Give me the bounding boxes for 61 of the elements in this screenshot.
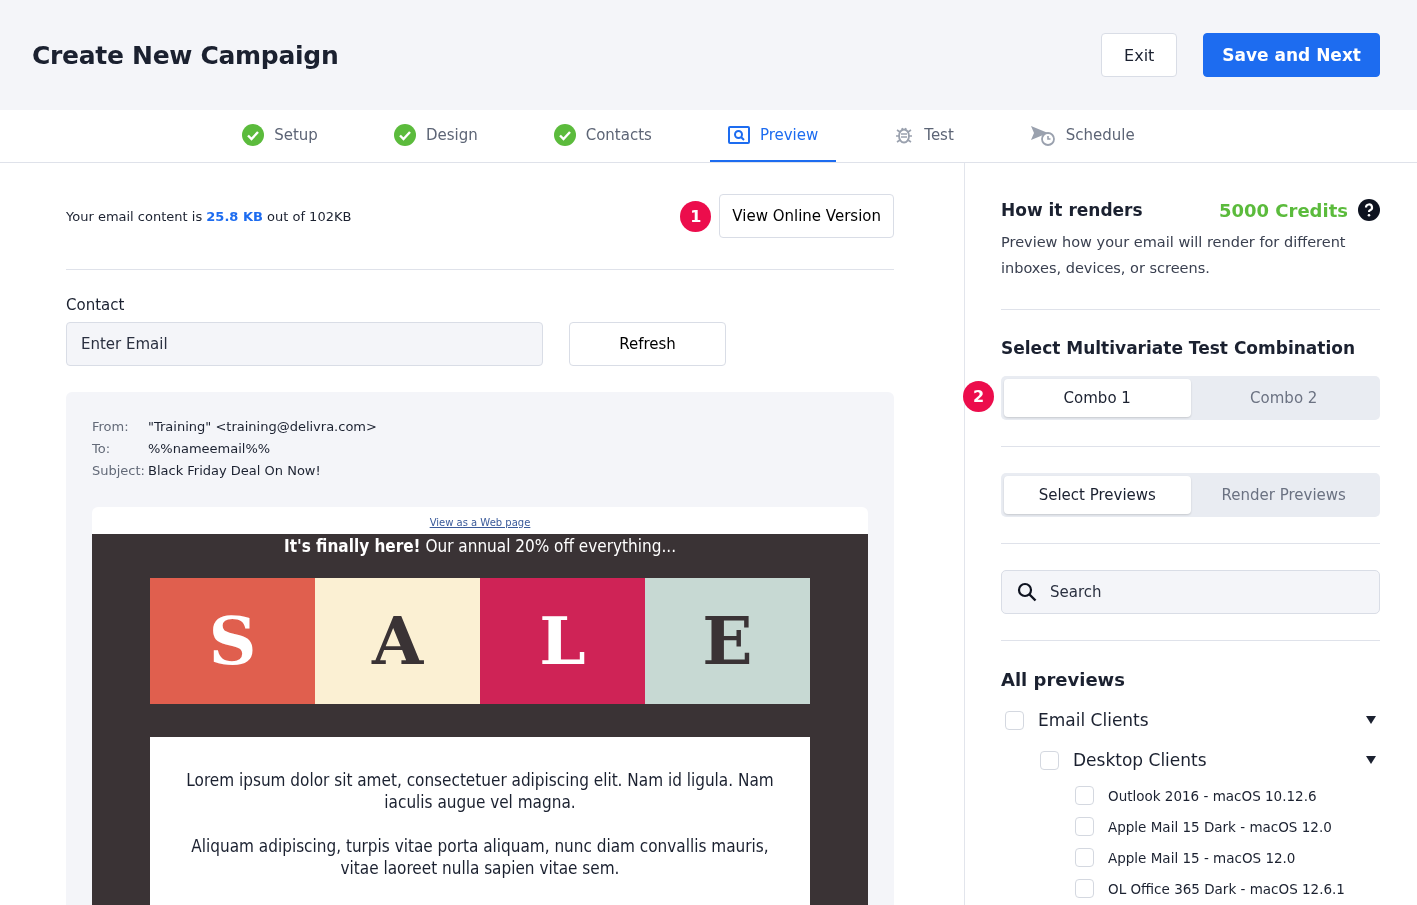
- caret-icon[interactable]: [1366, 716, 1376, 724]
- checkbox[interactable]: [1075, 879, 1094, 898]
- body-paragraph: Lorem ipsum dolor sit amet, consectetuer adipiscing elit. Nam id ligula. Nam iaculis augue vel magna.: [185, 769, 775, 813]
- tree-item-label[interactable]: Desktop Clients: [1073, 750, 1366, 770]
- step-tab[interactable]: Test: [876, 110, 972, 162]
- section-title: Select Multivariate Test Combination: [1001, 338, 1357, 358]
- tree-item-label[interactable]: Email Clients: [1038, 710, 1366, 730]
- content-size-text: Your email content is 25.8 KB out of 102KB: [66, 208, 353, 224]
- header-value: %%nameemail%%: [148, 440, 271, 458]
- step-tab[interactable]: Design: [375, 110, 496, 162]
- checkbox[interactable]: [1075, 817, 1094, 836]
- mode-tab[interactable]: Select Previews: [1004, 476, 1191, 514]
- sale-letter-tile: A: [315, 578, 480, 704]
- check-circle-icon: [393, 124, 416, 146]
- bug-icon: [894, 125, 915, 145]
- help-icon[interactable]: [1358, 199, 1380, 221]
- save-next-button[interactable]: Save and Next: [1203, 33, 1380, 77]
- check-circle-icon: [242, 124, 265, 146]
- panel-title: How it renders: [1001, 200, 1144, 220]
- tree-item-label[interactable]: Outlook 2016 - macOS 10.12.6: [1108, 787, 1380, 804]
- header-label: From:: [92, 418, 130, 436]
- exit-button[interactable]: Exit: [1101, 33, 1178, 77]
- list-title: All previews: [1001, 669, 1126, 690]
- header-label: To:: [92, 440, 112, 458]
- step-tab[interactable]: Preview: [709, 110, 837, 162]
- banner-text: It's finally here! Our annual 20% off everything...: [283, 535, 677, 558]
- web-page-link[interactable]: View as a Web page: [92, 507, 868, 534]
- search-field[interactable]: Search: [1001, 570, 1380, 614]
- step-marker: 2: [963, 381, 994, 412]
- sale-letter-tile: L: [480, 578, 645, 704]
- sale-letter-tile: E: [645, 578, 810, 704]
- step-tab[interactable]: Contacts: [535, 110, 670, 162]
- view-online-button[interactable]: View Online Version: [719, 194, 894, 238]
- refresh-button[interactable]: Refresh: [569, 322, 726, 366]
- magnifier-screen-icon: [727, 126, 750, 144]
- combo-tab[interactable]: Combo 1: [1004, 379, 1191, 417]
- send-clock-icon: [1029, 124, 1056, 146]
- contact-label: Contact: [66, 296, 126, 314]
- step-tab[interactable]: Schedule: [1011, 110, 1153, 162]
- check-circle-icon: [553, 124, 576, 146]
- checkbox[interactable]: [1075, 786, 1094, 805]
- body-paragraph: Aliquam adipiscing, turpis vitae porta aliquam, nunc diam convallis mauris, vitae laoreet nulla sapien vitae sem.: [190, 835, 770, 879]
- tree-item-label[interactable]: OL Office 365 Dark - macOS 12.6.1: [1108, 880, 1380, 897]
- mode-tab[interactable]: Render Previews: [1190, 476, 1377, 514]
- header-value: "Training" <training@delivra.com>: [148, 418, 377, 436]
- combo-tab[interactable]: Combo 2: [1190, 379, 1377, 417]
- email-input[interactable]: Enter Email: [66, 322, 543, 366]
- checkbox[interactable]: [1005, 710, 1024, 730]
- step-marker: 1: [680, 200, 712, 232]
- header-value: Black Friday Deal On Now!: [148, 462, 321, 480]
- panel-description: Preview how your email will render for different inboxes, devices, or screens.: [1001, 229, 1380, 310]
- credits-text: 5000 Credits: [1218, 199, 1348, 221]
- caret-icon[interactable]: [1366, 756, 1376, 764]
- tree-item-label[interactable]: Apple Mail 15 Dark - macOS 12.0: [1108, 818, 1380, 835]
- page-title: Create New Campaign: [32, 40, 340, 70]
- sale-letter-tile: S: [150, 578, 315, 704]
- checkbox[interactable]: [1075, 848, 1094, 867]
- checkbox[interactable]: [1040, 750, 1059, 770]
- tree-item-label[interactable]: Apple Mail 15 - macOS 12.0: [1108, 849, 1380, 866]
- step-tab[interactable]: Setup: [224, 110, 336, 162]
- header-label: Subject:: [92, 462, 146, 480]
